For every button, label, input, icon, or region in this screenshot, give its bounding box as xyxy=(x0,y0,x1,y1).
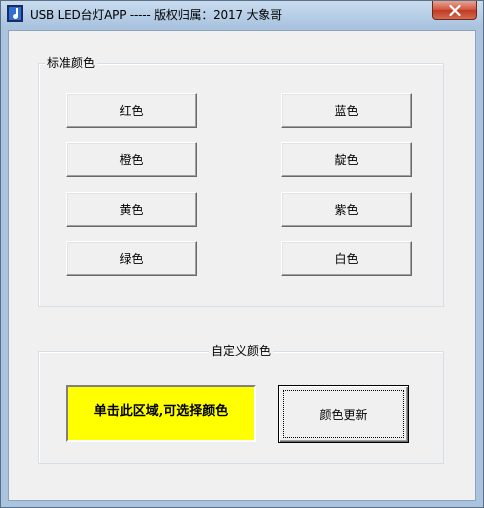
orange-button[interactable]: 橙色 xyxy=(66,142,197,177)
blue-button[interactable]: 蓝色 xyxy=(281,93,412,128)
window-title: USB LED台灯APP ----- 版权归属：2017 大象哥 xyxy=(30,8,282,22)
title-bar[interactable]: USB LED台灯APP ----- 版权归属：2017 大象哥 xyxy=(1,1,483,27)
white-button[interactable]: 白色 xyxy=(281,241,412,276)
purple-button[interactable]: 紫色 xyxy=(281,192,412,227)
yellow-button[interactable]: 黄色 xyxy=(66,192,197,227)
standard-colors-title: 标准颜色 xyxy=(45,56,98,70)
custom-color-title: 自定义颜色 xyxy=(209,344,274,358)
update-color-button[interactable]: 颜色更新 xyxy=(278,385,409,443)
custom-color-area-label: 单击此区域,可选择颜色 xyxy=(93,404,229,419)
close-icon xyxy=(448,4,461,16)
close-button[interactable] xyxy=(432,1,477,20)
indigo-button[interactable]: 靛色 xyxy=(281,142,412,177)
client-area: 标准颜色 红色 橙色 黄色 绿色 蓝色 靛色 紫色 白色 自定义颜色 单击此区域… xyxy=(8,30,476,501)
green-button[interactable]: 绿色 xyxy=(66,241,197,276)
app-icon xyxy=(7,5,23,22)
focus-rectangle xyxy=(283,390,404,438)
red-button[interactable]: 红色 xyxy=(66,93,197,128)
custom-color-area[interactable]: 单击此区域,可选择颜色 xyxy=(66,385,256,442)
app-window: USB LED台灯APP ----- 版权归属：2017 大象哥 标准颜色 红色… xyxy=(0,0,484,508)
